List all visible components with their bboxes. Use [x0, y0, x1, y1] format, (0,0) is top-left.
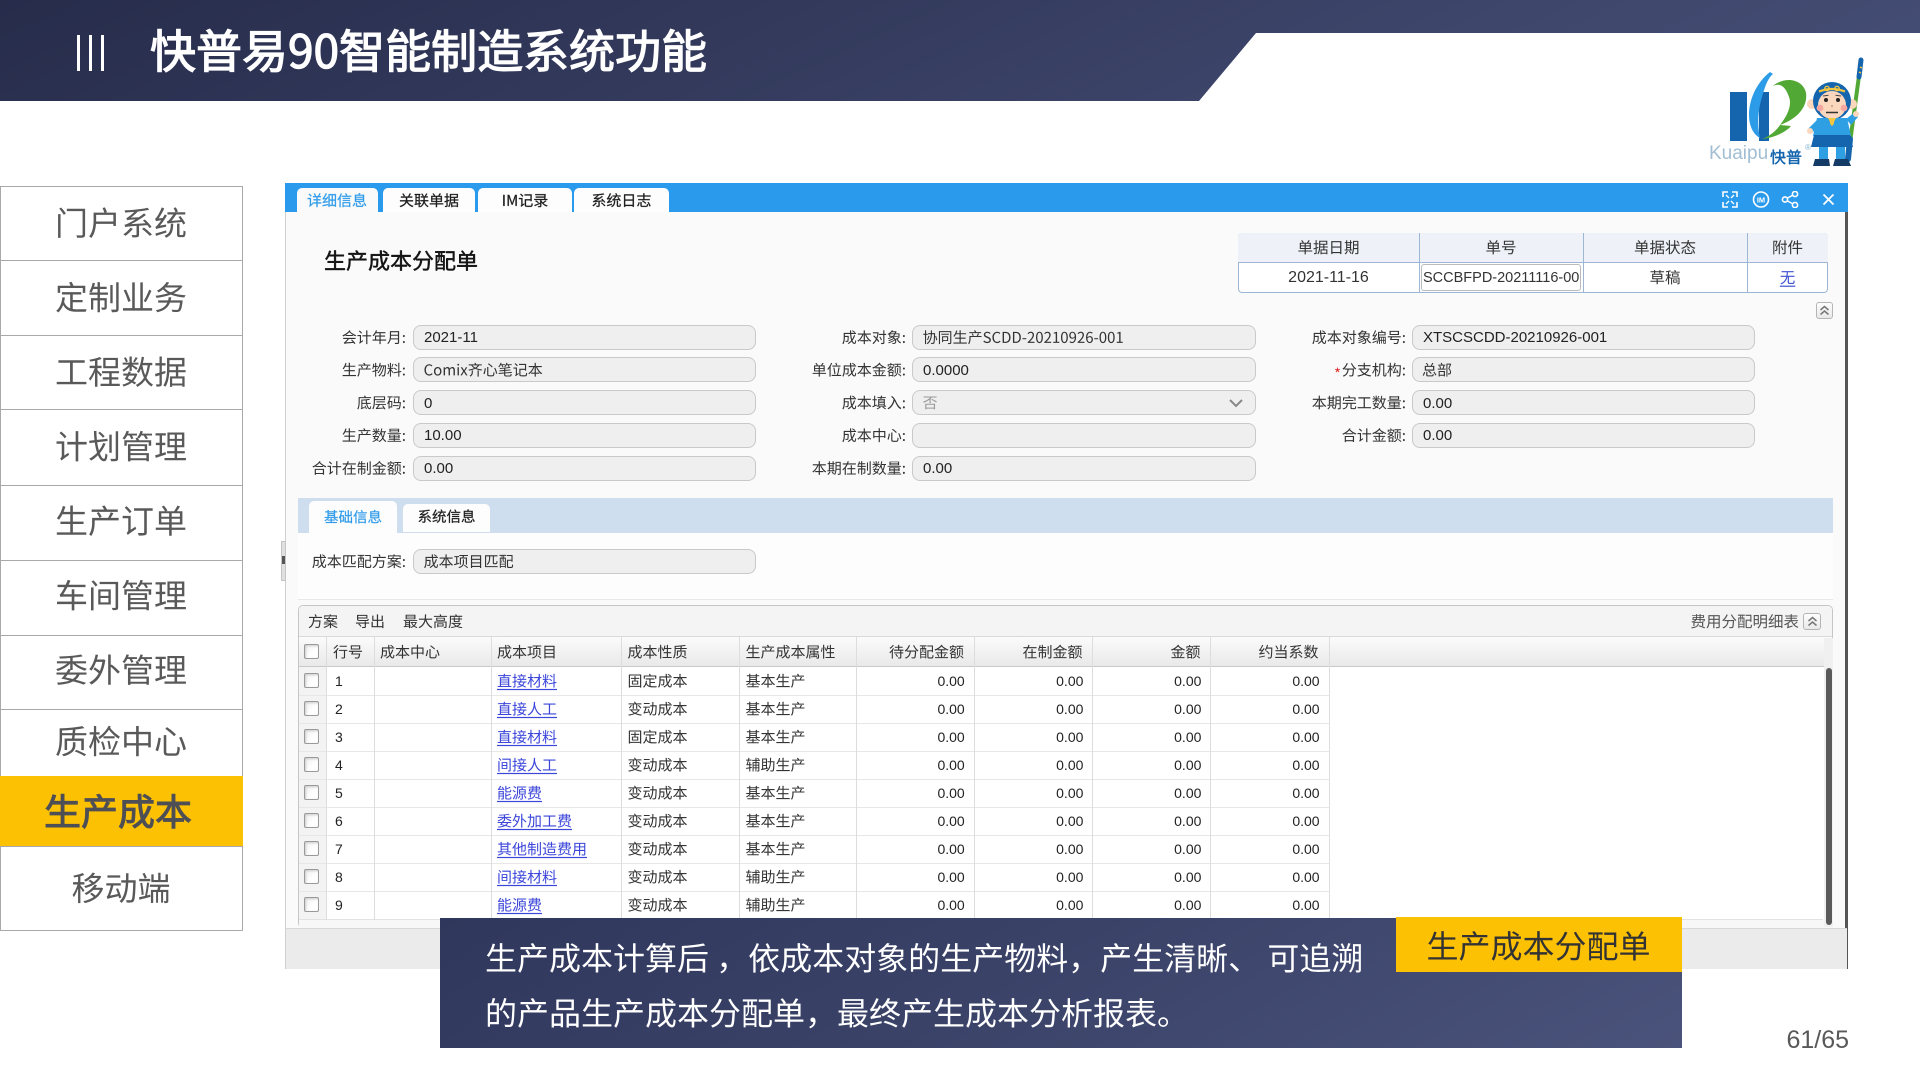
svg-text:IM: IM	[1757, 196, 1765, 205]
